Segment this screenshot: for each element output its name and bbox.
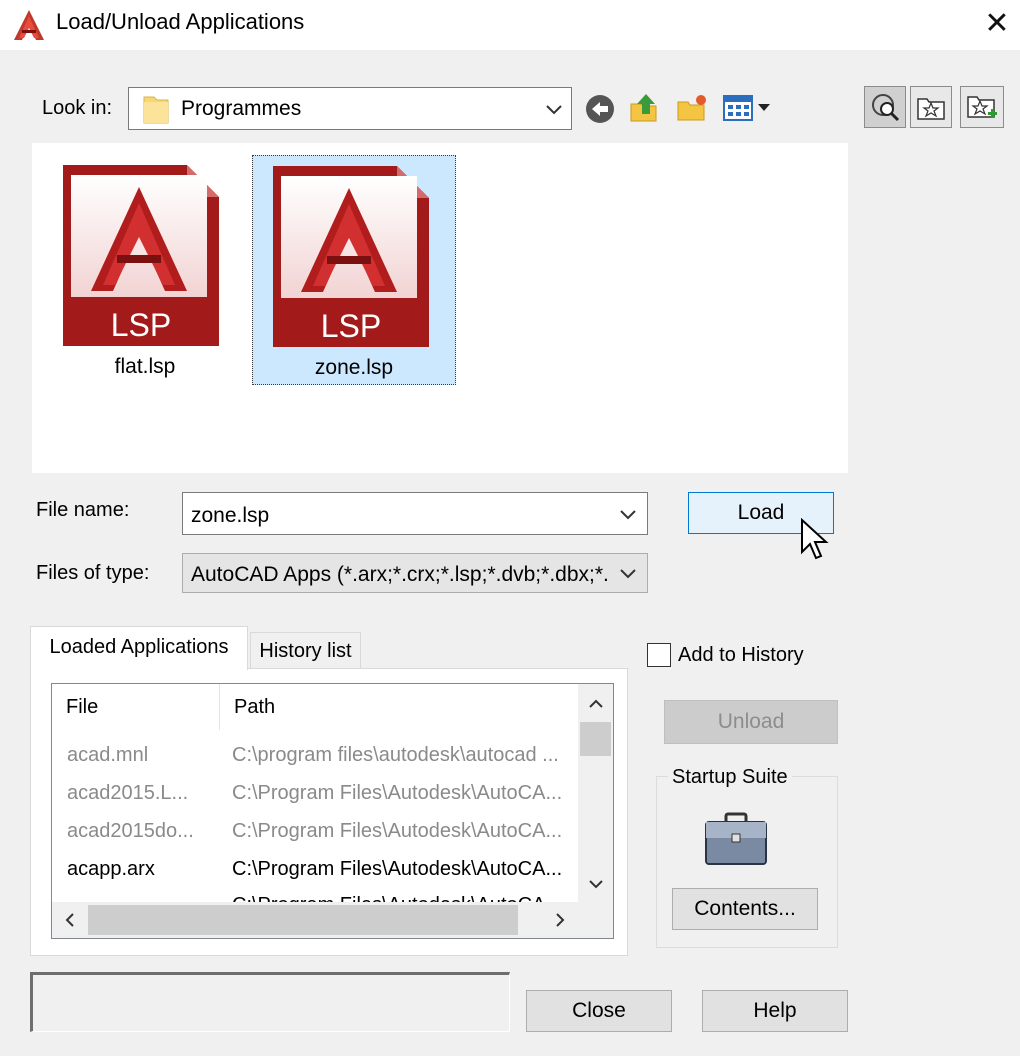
lookin-value: Programmes [181,97,302,120]
path-cell: C:\Program Files\Autodesk\AutoCA... [232,858,563,880]
add-to-history-checkbox[interactable] [647,643,671,667]
scroll-down-icon[interactable] [588,876,604,892]
lookin-label: Look in: [42,97,113,119]
views-menu-icon[interactable] [722,92,774,124]
table-row[interactable]: acad2015do... C:\Program Files\Autodesk\… [52,812,578,850]
horizontal-scrollbar[interactable] [52,902,578,938]
close-window-button[interactable]: ✕ [978,6,1016,44]
back-icon[interactable] [584,93,616,125]
horizontal-scroll-thumb[interactable] [88,905,518,935]
file-item[interactable]: LSP flat.lsp [43,155,247,385]
file-list-pane[interactable]: LSP flat.lsp LSP zone.lsp [32,143,848,473]
file-cell: acad2015do... [67,820,194,842]
file-cell: acad2015.L... [67,782,189,804]
favorites-button[interactable] [910,86,952,128]
files-of-type-value: AutoCAD Apps (*.arx;*.crx;*.lsp;*.dvb;*.… [191,563,609,586]
table-row[interactable]: acapp.arx C:\Program Files\Autodesk\Auto… [52,850,578,888]
scroll-left-icon[interactable] [62,912,78,928]
vertical-scroll-thumb[interactable] [580,722,611,756]
add-favorites-button[interactable] [960,86,1004,128]
files-of-type-label: Files of type: [36,562,150,584]
up-folder-icon[interactable] [628,92,660,124]
file-name-label: flat.lsp [114,355,176,378]
scroll-up-icon[interactable] [588,696,604,712]
file-item-selected[interactable]: LSP zone.lsp [252,155,456,385]
unload-button[interactable]: Unload [664,700,838,744]
new-folder-icon[interactable] [676,92,708,124]
favorites-icon [917,98,945,120]
tab-label: History list [259,640,352,662]
lookin-dropdown[interactable]: Programmes [128,87,572,130]
tab-loaded-applications[interactable]: Loaded Applications [30,626,248,670]
file-name-value: zone.lsp [191,504,270,527]
lsp-badge: LSP [320,308,382,344]
search-web-button[interactable] [864,86,906,128]
search-web-icon [872,94,900,122]
close-button[interactable]: Close [526,990,672,1032]
window-title: Load/Unload Applications [56,9,305,34]
table-row[interactable]: acad.mnl C:\program files\autodesk\autoc… [52,736,578,774]
lsp-badge: LSP [110,307,172,343]
chevron-down-icon[interactable] [617,563,639,585]
file-cell: acapp.arx [67,858,155,880]
vertical-scrollbar[interactable] [578,684,613,902]
table-row[interactable]: C:\Program Files\Autodesk\AutoCA... [52,886,578,902]
briefcase-icon[interactable] [704,812,768,866]
folder-icon [143,96,169,124]
path-cell: C:\Program Files\Autodesk\AutoCA... [232,782,563,804]
file-cell: acad.mnl [67,744,149,766]
mouse-pointer-icon [801,518,829,560]
file-name-label: File name: [36,499,130,521]
files-of-type-dropdown[interactable]: AutoCAD Apps (*.arx;*.crx;*.lsp;*.dvb;*.… [182,553,648,593]
column-header-path[interactable]: Path [220,684,578,730]
status-message-box [30,972,510,1032]
startup-suite-label: Startup Suite [668,766,792,789]
scrollbar-corner [578,902,613,938]
path-cell: C:\program files\autodesk\autocad ... [232,744,559,766]
chevron-down-icon[interactable] [543,99,565,121]
file-name-label: zone.lsp [314,356,394,379]
add-to-history-label[interactable]: Add to History [678,644,804,667]
loaded-applications-panel: File Path acad.mnl C:\program files\auto… [30,668,628,956]
chevron-down-icon[interactable] [617,504,639,526]
path-cell: C:\Program Files\Autodesk\AutoCA... [232,894,578,902]
help-button[interactable]: Help [702,990,848,1032]
add-favorites-icon [967,96,997,118]
loaded-applications-list[interactable]: File Path acad.mnl C:\program files\auto… [51,683,614,939]
tab-history-list[interactable]: History list [250,632,361,668]
tab-label: Loaded Applications [49,636,229,658]
title-bar: Load/Unload Applications ✕ [0,0,1020,50]
column-header-file[interactable]: File [52,684,220,730]
scroll-right-icon[interactable] [552,912,568,928]
table-row[interactable]: acad2015.L... C:\Program Files\Autodesk\… [52,774,578,812]
path-cell: C:\Program Files\Autodesk\AutoCA... [232,820,563,842]
contents-button[interactable]: Contents... [672,888,818,930]
autocad-logo-icon [14,10,44,40]
file-name-combobox[interactable]: zone.lsp [182,492,648,535]
